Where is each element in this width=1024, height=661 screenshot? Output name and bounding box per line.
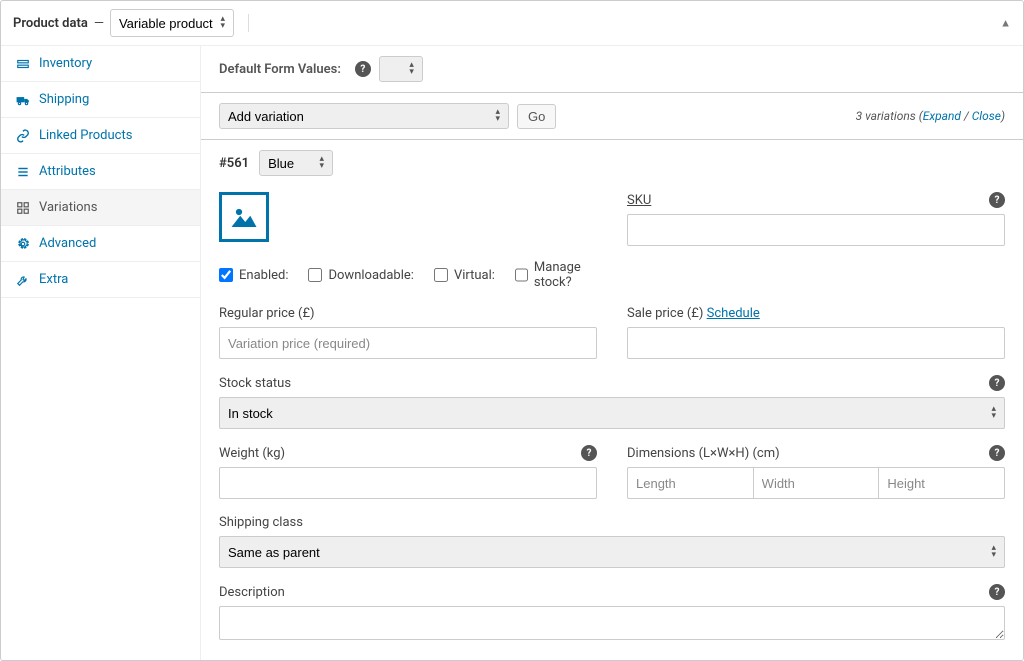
manage-stock-checkbox[interactable]: Manage stock? (515, 260, 597, 290)
truck-icon (15, 93, 31, 107)
grid-icon (15, 201, 31, 215)
width-input[interactable] (754, 467, 880, 499)
regular-price-input[interactable] (219, 327, 597, 359)
stock-status-label: Stock status (219, 376, 291, 391)
weight-label: Weight (kg) (219, 446, 285, 461)
length-input[interactable] (627, 467, 754, 499)
tab-advanced[interactable]: Advanced (1, 226, 200, 262)
tab-label: Linked Products (39, 128, 132, 143)
default-form-section: Default Form Values: ? ▴▾ (201, 46, 1023, 93)
expand-link[interactable]: Expand (923, 109, 961, 123)
tab-inventory[interactable]: Inventory (1, 46, 200, 82)
tab-label: Inventory (39, 56, 92, 71)
help-icon[interactable]: ? (581, 445, 597, 461)
enabled-checkbox[interactable]: Enabled: (219, 268, 288, 283)
inventory-icon (15, 57, 31, 71)
close-link[interactable]: Close (972, 109, 1001, 123)
description-textarea[interactable] (219, 606, 1005, 640)
tab-attributes[interactable]: Attributes (1, 154, 200, 190)
product-type-select[interactable]: Variable product (110, 9, 234, 37)
list-icon (15, 165, 31, 179)
variation-561: #561 Blue ▴▾ Enabled: (201, 140, 1023, 660)
product-data-panel: Product data — Variable product ▴▾ ▲ Inv… (0, 0, 1024, 661)
title-dash: — (94, 16, 104, 31)
help-icon[interactable]: ? (989, 445, 1005, 461)
variations-count: 3 variations (856, 109, 916, 123)
sku-label: SKU (627, 193, 651, 208)
link-icon (15, 129, 31, 143)
weight-input[interactable] (219, 467, 597, 499)
tab-label: Advanced (39, 236, 96, 251)
sale-price-label: Sale price (£) (627, 306, 703, 321)
tab-extra[interactable]: Extra (1, 262, 200, 298)
panel-body: Inventory Shipping Linked Products Attri… (1, 46, 1023, 660)
panel-header: Product data — Variable product ▴▾ ▲ (1, 1, 1023, 46)
default-attribute-select[interactable] (379, 56, 423, 82)
dimensions-label: Dimensions (L×W×H) (cm) (627, 446, 780, 461)
downloadable-checkbox[interactable]: Downloadable: (308, 268, 413, 283)
panel-collapse-icon[interactable]: ▲ (1000, 17, 1011, 30)
variation-id: #561 (219, 156, 249, 171)
help-icon[interactable]: ? (989, 192, 1005, 208)
panel-title: Product data (13, 16, 88, 31)
tabs-sidebar: Inventory Shipping Linked Products Attri… (1, 46, 201, 660)
help-icon[interactable]: ? (989, 584, 1005, 600)
tab-linked-products[interactable]: Linked Products (1, 118, 200, 154)
description-label: Description (219, 585, 285, 600)
help-icon[interactable]: ? (355, 61, 371, 77)
variation-image-upload[interactable] (219, 192, 269, 242)
sku-input[interactable] (627, 214, 1005, 246)
go-button[interactable]: Go (517, 104, 556, 129)
wrench-icon (15, 273, 31, 287)
tab-shipping[interactable]: Shipping (1, 82, 200, 118)
tab-label: Attributes (39, 164, 96, 179)
variations-content: Default Form Values: ? ▴▾ Add variation … (201, 46, 1023, 660)
sale-price-input[interactable] (627, 327, 1005, 359)
add-variation-select[interactable]: Add variation (219, 103, 509, 129)
gear-icon (15, 237, 31, 251)
add-variation-section: Add variation ▴▾ Go 3 variations (Expand… (201, 93, 1023, 140)
tab-label: Shipping (39, 92, 89, 107)
stock-status-select[interactable]: In stock (219, 397, 1005, 429)
tab-label: Extra (39, 272, 68, 287)
height-input[interactable] (879, 467, 1005, 499)
shipping-class-select[interactable]: Same as parent (219, 536, 1005, 568)
tab-label: Variations (39, 200, 97, 215)
variation-attribute-select[interactable]: Blue (259, 150, 333, 176)
divider (248, 14, 249, 32)
help-icon[interactable]: ? (989, 375, 1005, 391)
default-form-label: Default Form Values: (219, 62, 341, 77)
virtual-checkbox[interactable]: Virtual: (434, 268, 495, 283)
variations-meta: 3 variations (Expand / Close) (856, 109, 1005, 123)
tab-variations[interactable]: Variations (1, 190, 200, 226)
shipping-class-label: Shipping class (219, 515, 303, 530)
regular-price-label: Regular price (£) (219, 306, 315, 321)
schedule-link[interactable]: Schedule (707, 306, 760, 321)
